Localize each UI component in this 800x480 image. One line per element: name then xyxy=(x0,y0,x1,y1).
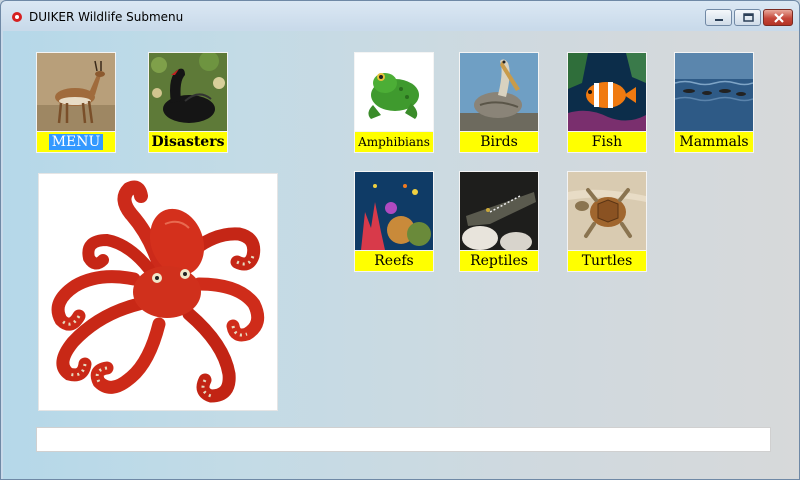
client-area: MENU Disasters Amphibians Birds Fish Mam… xyxy=(3,31,799,479)
turtles-button[interactable]: Turtles xyxy=(567,250,647,272)
amphibians-button[interactable]: Amphibians xyxy=(354,131,434,153)
menu-button[interactable]: MENU xyxy=(36,131,116,153)
mammals-button[interactable]: Mammals xyxy=(674,131,754,153)
crocodile-image[interactable] xyxy=(459,171,539,251)
clownfish-image[interactable] xyxy=(567,52,647,132)
dolphins-image[interactable] xyxy=(674,52,754,132)
pelican-image[interactable] xyxy=(459,52,539,132)
title-bar: DUIKER Wildlife Submenu xyxy=(1,1,799,31)
turtle-image[interactable] xyxy=(567,171,647,251)
close-icon xyxy=(774,13,784,23)
octopus-image xyxy=(38,173,278,411)
maximize-button[interactable] xyxy=(734,9,761,26)
frog-image[interactable] xyxy=(354,52,434,132)
maximize-icon xyxy=(743,13,754,22)
reef-image[interactable] xyxy=(354,171,434,251)
minimize-button[interactable] xyxy=(705,9,732,26)
app-window: DUIKER Wildlife Submenu MENU Disasters A… xyxy=(0,0,800,480)
app-icon xyxy=(12,12,22,22)
gazelle-image[interactable] xyxy=(36,52,116,132)
menu-label: MENU xyxy=(48,134,104,150)
close-button[interactable] xyxy=(763,9,793,26)
disasters-button[interactable]: Disasters xyxy=(148,131,228,153)
reptiles-button[interactable]: Reptiles xyxy=(459,250,539,272)
swan-image[interactable] xyxy=(148,52,228,132)
minimize-icon xyxy=(715,19,723,21)
window-title: DUIKER Wildlife Submenu xyxy=(29,10,184,24)
birds-button[interactable]: Birds xyxy=(459,131,539,153)
fish-button[interactable]: Fish xyxy=(567,131,647,153)
status-bar xyxy=(36,427,771,452)
octopus-illustration xyxy=(39,174,277,410)
reefs-button[interactable]: Reefs xyxy=(354,250,434,272)
